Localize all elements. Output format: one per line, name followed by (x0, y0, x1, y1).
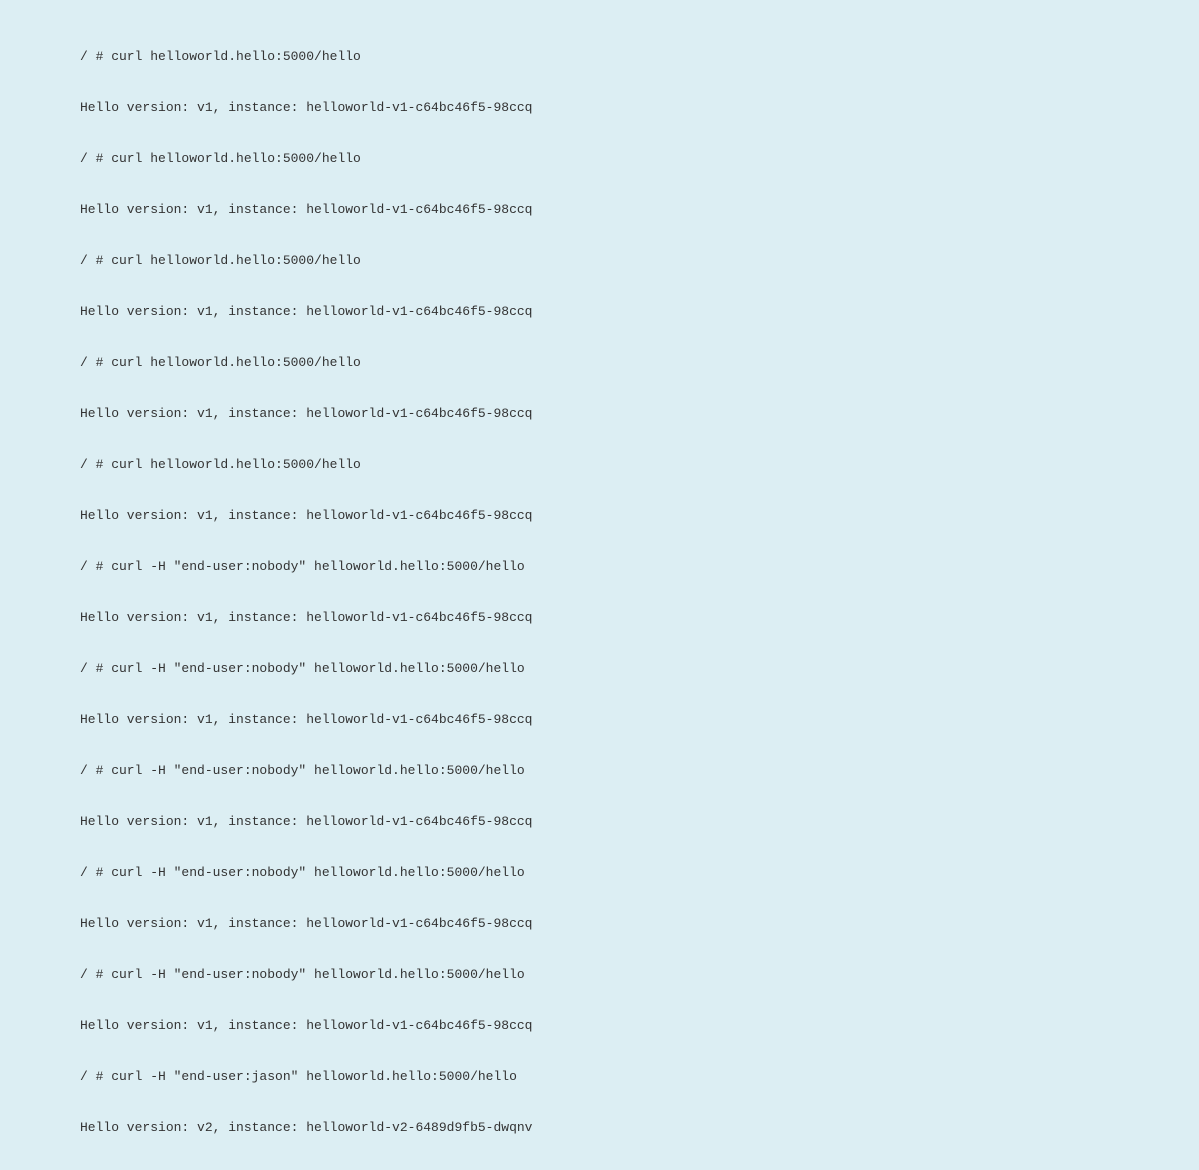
terminal-line: / # curl -H "end-user:nobody" helloworld… (80, 558, 1199, 575)
terminal-line: / # curl -H "end-user:nobody" helloworld… (80, 660, 1199, 677)
terminal-line: Hello version: v1, instance: helloworld-… (80, 609, 1199, 626)
terminal-line: / # curl helloworld.hello:5000/hello (80, 456, 1199, 473)
terminal-output: / # curl helloworld.hello:5000/hello Hel… (80, 14, 1199, 1170)
terminal-line: / # curl helloworld.hello:5000/hello (80, 252, 1199, 269)
terminal-line: Hello version: v1, instance: helloworld-… (80, 1017, 1199, 1034)
terminal-line: / # curl -H "end-user:nobody" helloworld… (80, 762, 1199, 779)
terminal-line: Hello version: v1, instance: helloworld-… (80, 201, 1199, 218)
terminal-line: / # curl helloworld.hello:5000/hello (80, 354, 1199, 371)
terminal-line: / # curl -H "end-user:nobody" helloworld… (80, 966, 1199, 983)
terminal-line: Hello version: v1, instance: helloworld-… (80, 813, 1199, 830)
terminal-line: Hello version: v1, instance: helloworld-… (80, 711, 1199, 728)
terminal-line: Hello version: v1, instance: helloworld-… (80, 405, 1199, 422)
terminal-line: / # curl -H "end-user:nobody" helloworld… (80, 864, 1199, 881)
terminal-line: / # curl helloworld.hello:5000/hello (80, 150, 1199, 167)
terminal-line: Hello version: v2, instance: helloworld-… (80, 1119, 1199, 1136)
terminal-line: / # curl -H "end-user:jason" helloworld.… (80, 1068, 1199, 1085)
terminal-line: Hello version: v1, instance: helloworld-… (80, 303, 1199, 320)
terminal-line: Hello version: v1, instance: helloworld-… (80, 99, 1199, 116)
terminal-line: Hello version: v1, instance: helloworld-… (80, 915, 1199, 932)
terminal-line: / # curl helloworld.hello:5000/hello (80, 48, 1199, 65)
terminal-line: Hello version: v1, instance: helloworld-… (80, 507, 1199, 524)
